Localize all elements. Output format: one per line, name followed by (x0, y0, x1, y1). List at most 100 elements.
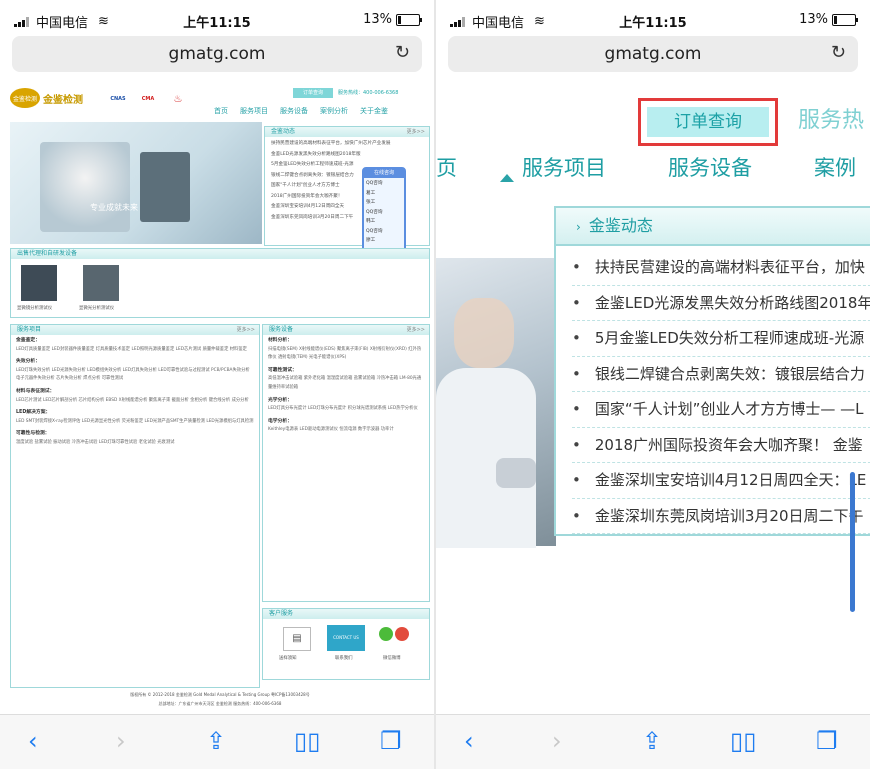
consult-item[interactable]: 葛工 (366, 190, 402, 198)
cnas-badge: CNAS (110, 96, 126, 102)
bookmarks-icon[interactable]: ▯▯ (730, 727, 756, 755)
consult-title: 在线咨询 (364, 169, 404, 178)
news-item[interactable]: 扶持民营建设的高端材料表征平台，加快广州芯片产业发展 (271, 139, 429, 150)
forward-icon[interactable]: › (552, 727, 562, 755)
equipment-group-head: 可靠性测试： (268, 367, 297, 373)
battery-group: 13% (799, 12, 858, 27)
news-item[interactable]: 银线二焊键合点剥离失效：镀银层结合力 (572, 357, 870, 392)
nav-equipment[interactable]: 服务设备 (280, 106, 308, 116)
nav-cases[interactable]: 案例 (814, 152, 856, 182)
banner-microscope-image (140, 152, 190, 222)
service-group: LED解决方案： LED SMT封装焊接X-ray检测评估 LED光源显光性分析 … (11, 407, 259, 428)
url-text: gmatg.com (168, 44, 266, 64)
order-query-button[interactable]: 订单查询 (293, 88, 333, 98)
nav-equipment[interactable]: 服务设备 (668, 152, 752, 182)
consult-item[interactable]: QQ咨询 (366, 209, 402, 217)
webpage-overview: 金鉴检测 金鉴检测 CNAS CMA ♨ 订单查询 服务热线：400-006-6… (10, 82, 430, 714)
equipment-panel: 服务设备 更多>> 材料分析： 扫描电镜(SEM) X射线能谱仪(EDS) 聚焦离… (262, 324, 430, 602)
service-group-text[interactable]: 温度试验 盐雾试验 振动试验 冷热冲击试验 LED灯珠可靠性试验 老化试验 光衰… (16, 440, 174, 445)
equipment-group-text[interactable]: 高低温冲击试验箱 紫外老化箱 温湿度试验箱 盐雾试验箱 冷热冲击箱 LM-80光… (268, 376, 421, 390)
news-panel: › 金鉴动态 扶持民营建设的高端材料表征平台，加快 金鉴LED光源发黑失效分析路线… (554, 206, 870, 536)
equipment-group: 光学分析： LED灯具分布光度计 LED灯珠分布光度计 积分球光谱测试系统 LED… (263, 395, 429, 416)
news-more-link[interactable]: 更多>> (407, 128, 425, 135)
service-group-head: 失效分析： (16, 359, 40, 365)
service-group-text[interactable]: LED灯具质量鉴定 LED封装器件质量鉴定 灯具质量技术鉴定 LED照明光源质量… (16, 347, 247, 352)
battery-icon (832, 13, 858, 26)
nav-about[interactable]: 关于金鉴 (360, 106, 388, 116)
news-item[interactable]: 金鉴深圳宝安培训4月12日周四全天：LE (572, 463, 870, 499)
nav-cases[interactable]: 案例分析 (320, 106, 348, 116)
site-footer: 版权所有 © 2012-2018 金鉴检测 Gold Medal Analyti… (10, 690, 430, 708)
customer-item[interactable]: 微信微博 (383, 655, 401, 661)
equipment-group: 电学分析： Keithley电源表 LED驱动电源测试仪 恒流电源 数字示波器 功… (263, 416, 429, 437)
customer-item[interactable]: 送样须知 (279, 655, 297, 661)
wechat-icon[interactable] (379, 627, 393, 641)
contact-us-image[interactable]: CONTACT US (327, 625, 365, 651)
chat-widget-edge[interactable] (850, 472, 855, 612)
battery-level (834, 15, 837, 24)
document-icon[interactable]: ▤ (283, 627, 311, 651)
equipment-group-text[interactable]: LED灯具分布光度计 LED灯珠分布光度计 积分球光谱测试系统 LED热学分析仪 (268, 406, 418, 411)
consult-item[interactable]: QQ咨询 (366, 180, 402, 188)
consult-item[interactable]: QQ咨询 (366, 228, 402, 236)
reload-icon[interactable]: ↻ (395, 42, 410, 63)
site-logo[interactable]: 金鉴检测 金鉴检测 (10, 88, 83, 108)
consult-item[interactable]: 廖工 (366, 237, 402, 245)
services-more-link[interactable]: 更多>> (237, 326, 255, 333)
main-nav: 首页 服务项目 服务设备 案例分析 关于金鉴 (214, 106, 388, 116)
address-bar[interactable]: gmatg.com ↻ (448, 36, 858, 72)
products-panel: 出售代理和自研发设备 显微镜分析测试仪 显微光分析测试仪 (10, 248, 430, 318)
equipment-group-text[interactable]: 扫描电镜(SEM) X射线能谱仪(EDS) 聚焦离子束(FIB) X射线衍射仪(… (268, 347, 421, 361)
equipment-group: 可靠性测试： 高低温冲击试验箱 紫外老化箱 温湿度试验箱 盐雾试验箱 冷热冲击箱 … (263, 365, 429, 395)
nav-services[interactable]: 服务项目 (240, 106, 268, 116)
product-thumb[interactable] (83, 265, 119, 301)
equipment-group: 材料分析： 扫描电镜(SEM) X射线能谱仪(EDS) 聚焦离子束(FIB) X射… (263, 335, 429, 365)
nav-home[interactable]: 页 (436, 152, 457, 182)
news-item[interactable]: 5月金鉴LED失效分析工程师速成班-光源 (572, 321, 870, 357)
consult-item[interactable]: 张工 (366, 199, 402, 207)
weibo-icon[interactable] (395, 627, 409, 641)
address-bar[interactable]: gmatg.com ↻ (12, 36, 422, 72)
bookmarks-icon[interactable]: ▯▯ (294, 727, 320, 755)
equipment-more-link[interactable]: 更多>> (407, 326, 425, 333)
service-group-text[interactable]: LED SMT封装焊接X-ray检测评估 LED光源显光性分析 荧光粉鉴定 LE… (16, 419, 253, 424)
service-group-text[interactable]: LED芯片测试 LED芯片解剖分析 芯片结构分析 EBSD X射线能谱分析 聚焦… (16, 398, 249, 403)
service-group: 材料与表征测试： LED芯片测试 LED芯片解剖分析 芯片结构分析 EBSD X射… (11, 386, 259, 407)
news-panel-title: 金鉴动态 (265, 127, 429, 137)
main-nav: 页 服务项目 服务设备 案例 (436, 150, 870, 186)
screenshot-pair: 中国电信 ≋ 上午11:15 13% gmatg.com ↻ 金鉴检测 金鉴检测… (0, 0, 870, 769)
product-caption: 显微光分析测试仪 (79, 306, 115, 311)
equipment-group-head: 光学分析： (268, 397, 292, 403)
right-phone-screen: 中国电信 ≋ 上午11:15 13% gmatg.com ↻ 订单查询 服务热 … (436, 0, 870, 769)
customer-item[interactable]: 联系我们 (335, 655, 353, 661)
reload-icon[interactable]: ↻ (831, 42, 846, 63)
equipment-panel-title: 服务设备 (263, 325, 429, 335)
order-query-button[interactable]: 订单查询 (647, 107, 769, 137)
banner-slogan: 专业成就未来 (90, 203, 138, 212)
news-item[interactable]: 金鉴LED光源发黑失效分析路线图2018年 (572, 286, 870, 321)
tabs-icon[interactable]: ❐ (380, 727, 402, 755)
consult-item[interactable]: 韩工 (366, 218, 402, 226)
news-item[interactable]: 金鉴深圳东莞凤岗培训3月20日周二下午 (572, 499, 870, 534)
hero-banner[interactable]: 专业成就未来 (10, 122, 262, 244)
tabs-icon[interactable]: ❐ (816, 727, 838, 755)
nav-services[interactable]: 服务项目 (522, 152, 606, 182)
back-icon[interactable]: ‹ (464, 727, 474, 755)
news-item[interactable]: 金鉴LED光源发黑失效分析路线图2018年版 (271, 150, 429, 161)
flame-logo-icon: ♨ (173, 93, 183, 105)
forward-icon[interactable]: › (116, 727, 126, 755)
news-item[interactable]: 国家“千人计划”创业人才方方博士— —L (572, 392, 870, 428)
back-icon[interactable]: ‹ (28, 727, 38, 755)
url-text: gmatg.com (604, 44, 702, 64)
nav-home[interactable]: 首页 (214, 106, 228, 116)
battery-percent: 13% (363, 12, 392, 27)
share-icon[interactable]: ⇪ (206, 727, 226, 755)
services-panel-title: 服务项目 (11, 325, 259, 335)
share-icon[interactable]: ⇪ (642, 727, 662, 755)
battery-level (398, 15, 401, 24)
equipment-group-text[interactable]: Keithley电源表 LED驱动电源测试仪 恒流电源 数字示波器 功率计 (268, 427, 394, 432)
service-group-text[interactable]: LED灯珠失效分析 LED光源失效分析 LED模组失效分析 LED灯具失效分析 … (16, 368, 250, 382)
news-item[interactable]: 2018广州国际投资年会大咖齐聚！ 金鉴 (572, 428, 870, 463)
news-item[interactable]: 扶持民营建设的高端材料表征平台，加快 (572, 250, 870, 286)
product-thumb[interactable] (21, 265, 57, 301)
